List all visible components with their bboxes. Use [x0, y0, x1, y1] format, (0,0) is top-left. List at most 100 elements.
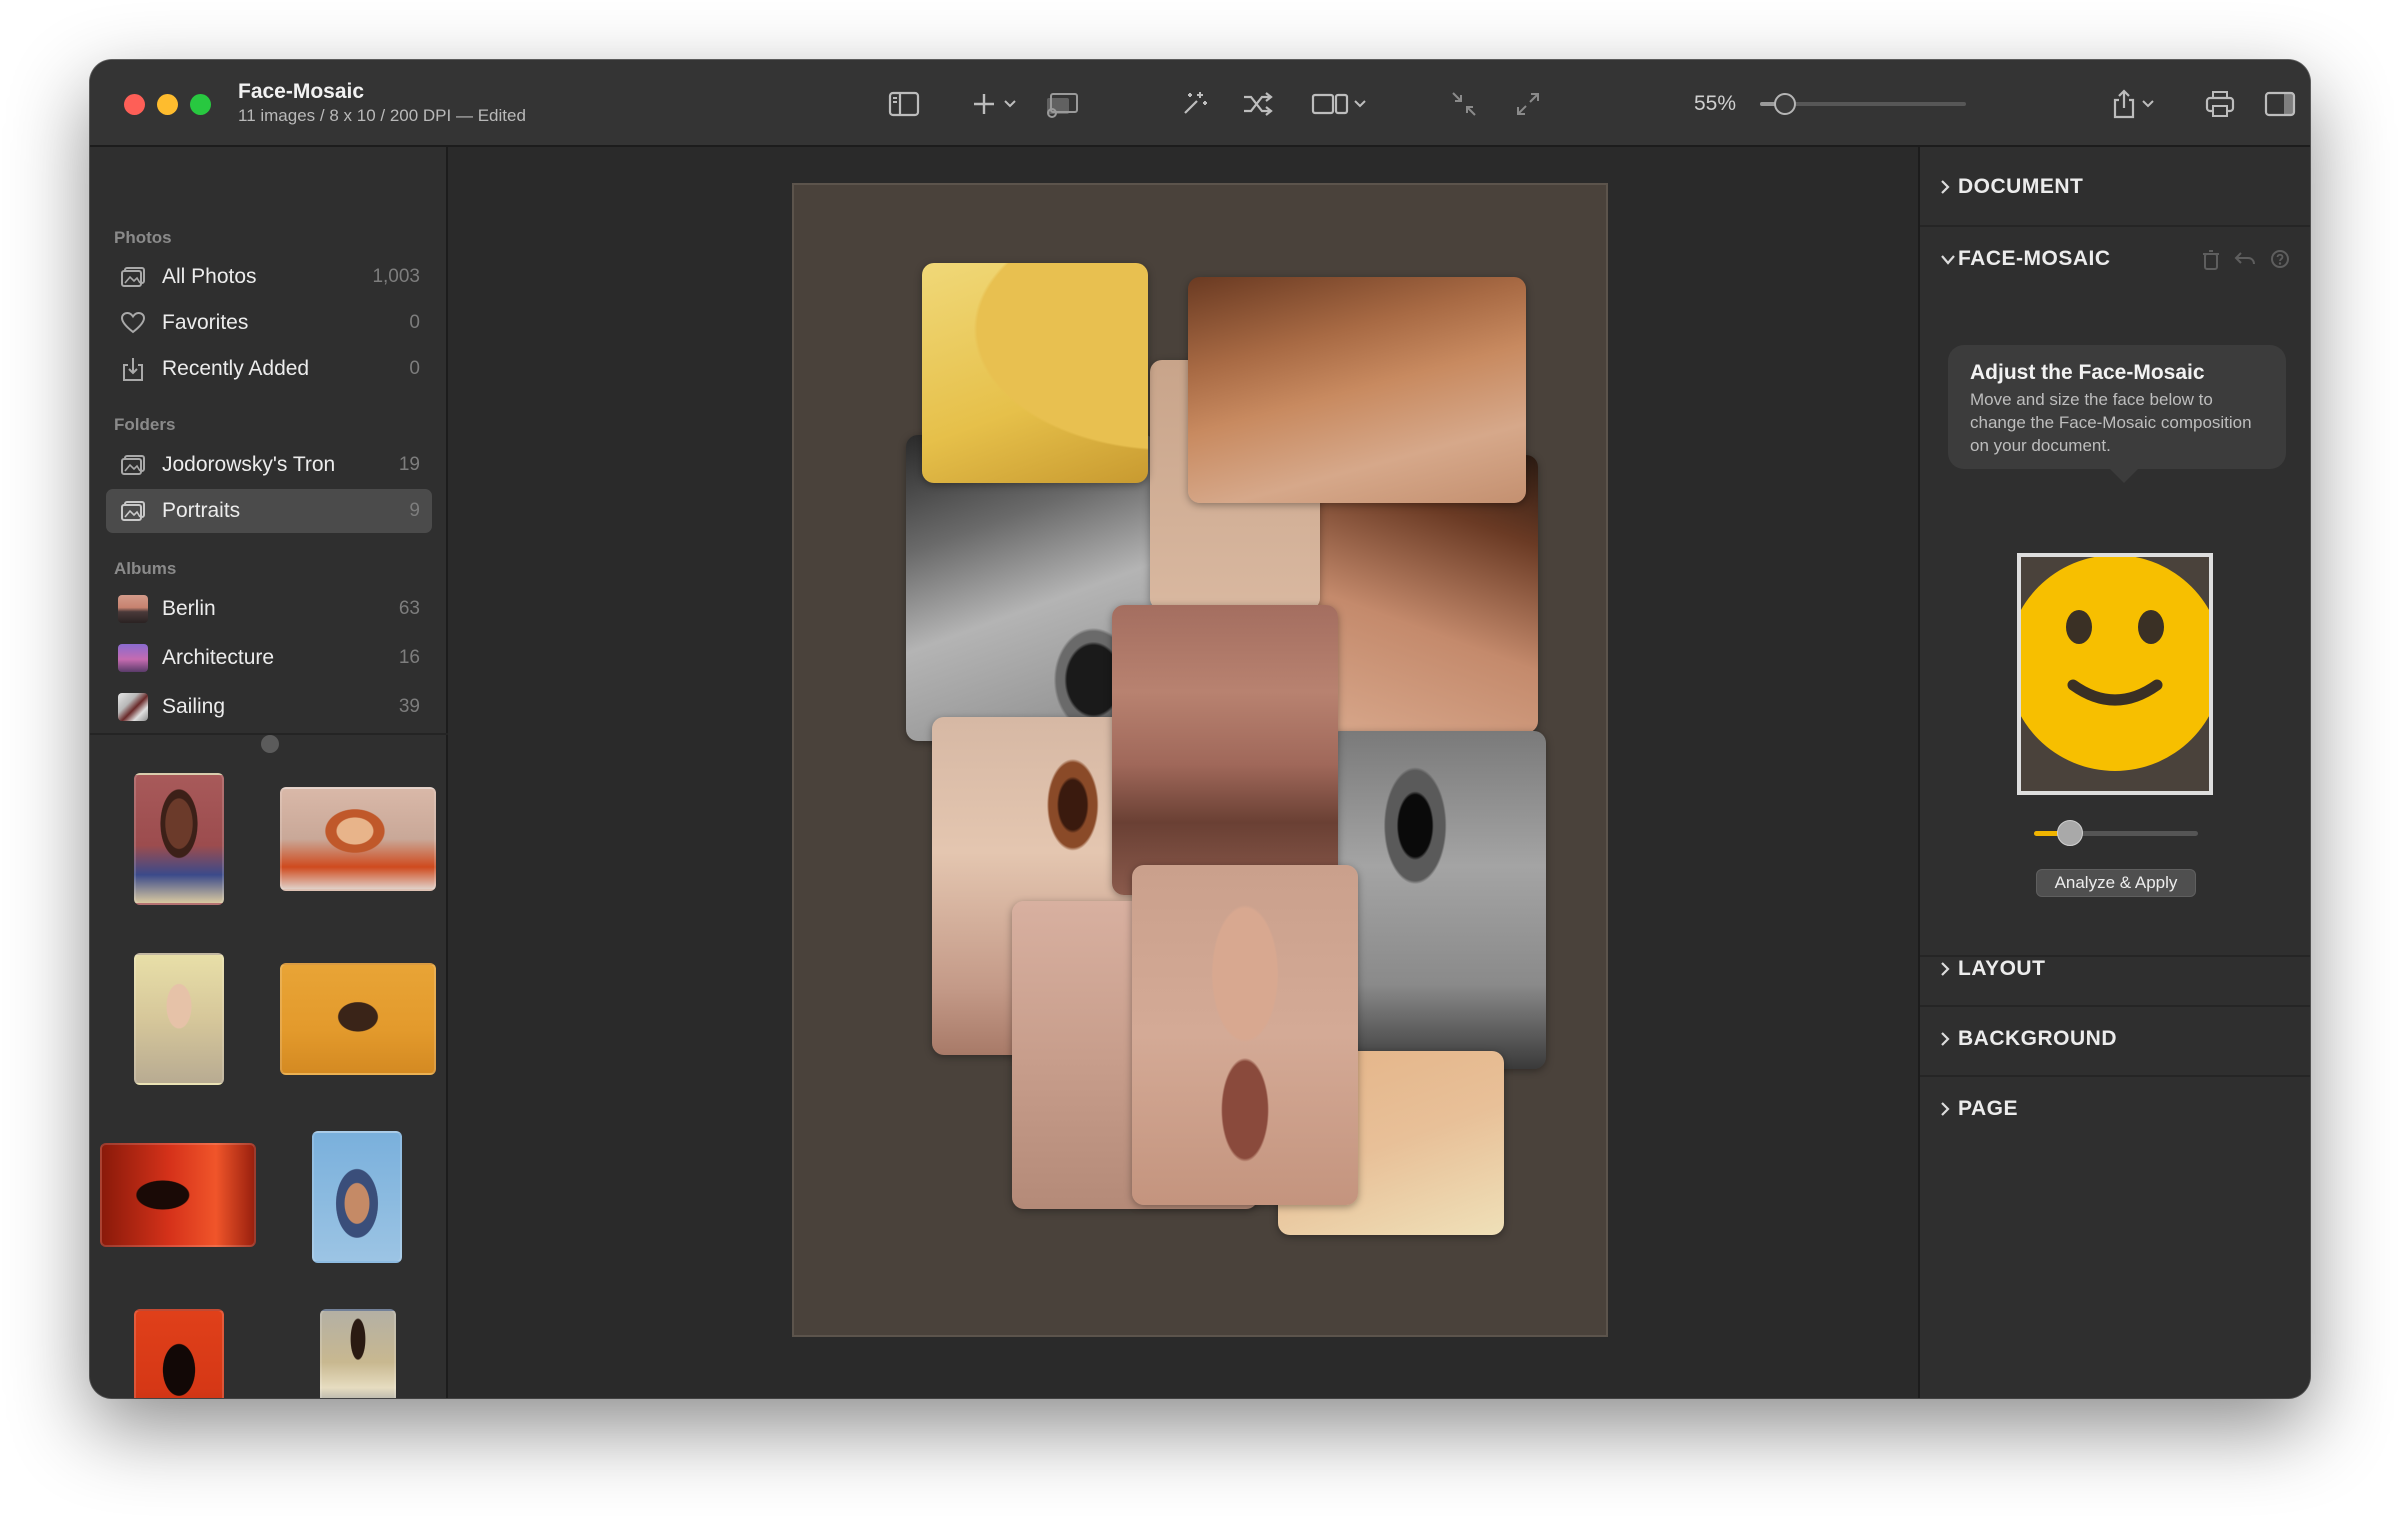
titlebar: Face-Mosaic 11 images / 8 x 10 / 200 DPI… [90, 60, 2310, 147]
photo-thumbnail[interactable] [280, 963, 436, 1075]
photo-thumbnail[interactable] [134, 953, 224, 1085]
sidebar-item-count: 16 [398, 647, 420, 668]
photo-thumbnail[interactable] [100, 1143, 256, 1247]
album-thumbnail [118, 594, 148, 624]
face-editor[interactable] [2017, 553, 2213, 795]
chevron-right-icon [1940, 1031, 1950, 1052]
chevron-right-icon [1940, 961, 1950, 982]
analyze-apply-button[interactable]: Analyze & Apply [2036, 869, 2196, 897]
tooltip-title: Adjust the Face-Mosaic [1970, 361, 2205, 384]
section-header-folders: Folders [114, 415, 176, 434]
tooltip-body: Move and size the face below to change t… [1970, 390, 2252, 455]
sidebar-item-sailing[interactable]: Sailing 39 [106, 685, 432, 729]
sidebar-item-count: 19 [398, 454, 420, 475]
window-title: Face-Mosaic [238, 80, 365, 103]
heart-icon [118, 308, 148, 338]
add-photos-button[interactable] [968, 84, 1020, 124]
section-layout[interactable]: LAYOUT [1920, 937, 2310, 1007]
sidebar-item-count: 39 [398, 696, 420, 717]
photo-thumbnail[interactable] [134, 773, 224, 905]
magic-wand-icon[interactable] [1174, 84, 1214, 124]
zoom-window-button[interactable] [190, 94, 211, 115]
layout-menu-button[interactable] [1308, 84, 1370, 124]
section-page[interactable]: PAGE [1920, 1077, 2310, 1147]
shuffle-icon[interactable] [1238, 84, 1278, 124]
chevron-down-icon [1004, 100, 1016, 108]
shrink-icon[interactable] [1444, 84, 1484, 124]
sidebar-item-recently-added[interactable]: Recently Added 0 [106, 347, 432, 391]
inspector-toggle-icon[interactable] [2260, 84, 2300, 124]
sidebar-item-count: 0 [409, 312, 420, 333]
sidebar-item-count: 0 [409, 358, 420, 379]
folder-photos-icon [118, 496, 148, 526]
album-thumbnail [118, 643, 148, 673]
face-size-slider[interactable] [2034, 820, 2198, 846]
canvas-area [448, 147, 1918, 1398]
close-window-button[interactable] [124, 94, 145, 115]
sidebar-toggle-icon[interactable] [884, 84, 924, 124]
sidebar-resize-handle[interactable] [261, 735, 279, 753]
zoom-slider-knob[interactable] [1773, 93, 1796, 115]
mosaic-tile[interactable] [1112, 605, 1338, 895]
mosaic-page[interactable] [792, 183, 1608, 1337]
section-title: PAGE [1958, 1097, 2018, 1120]
import-icon [118, 354, 148, 384]
section-document[interactable]: DOCUMENT [1920, 147, 2310, 227]
sidebar-item-count: 9 [409, 500, 420, 521]
face-size-slider-knob[interactable] [2057, 820, 2084, 846]
chevron-right-icon [1940, 179, 1950, 200]
section-face-mosaic: FACE-MOSAIC Adjust the Face-Mosaic Move … [1920, 227, 2310, 957]
mosaic-tile[interactable] [1132, 865, 1358, 1205]
section-title: BACKGROUND [1958, 1027, 2117, 1050]
mosaic-tile[interactable] [922, 263, 1148, 483]
window-subtitle: 11 images / 8 x 10 / 200 DPI — Edited [238, 106, 526, 125]
app-window: Face-Mosaic 11 images / 8 x 10 / 200 DPI… [90, 60, 2310, 1398]
sidebar-item-label: All Photos [162, 265, 257, 288]
sidebar-item-portraits[interactable]: Portraits 9 [106, 489, 432, 533]
sidebar: Photos All Photos 1,003 Favorites 0 Rece… [90, 147, 448, 1398]
chevron-right-icon [1940, 1101, 1950, 1122]
chevron-down-icon[interactable] [1940, 253, 1956, 271]
share-menu-button[interactable] [2108, 84, 2158, 124]
inspector-panel: DOCUMENT FACE-MOSAIC Adjust the Face-Mos… [1918, 147, 2310, 1398]
photo-thumbnail[interactable] [320, 1309, 396, 1398]
mosaic-tile[interactable] [1328, 731, 1546, 1069]
sidebar-item-jodorowskys-tron[interactable]: Jodorowsky's Tron 19 [106, 443, 432, 487]
layout-icon [1311, 93, 1349, 115]
smiley-face-icon[interactable] [2021, 557, 2209, 791]
mosaic-tile[interactable] [1188, 277, 1526, 503]
section-header-photos: Photos [114, 228, 172, 247]
print-icon[interactable] [2200, 84, 2240, 124]
sidebar-item-label: Jodorowsky's Tron [162, 453, 336, 476]
sidebar-item-label: Favorites [162, 311, 249, 334]
section-header-albums: Albums [114, 559, 177, 578]
slideshow-icon[interactable] [1040, 84, 1082, 124]
photo-thumbnail[interactable] [280, 787, 436, 891]
help-tooltip: Adjust the Face-Mosaic Move and size the… [1948, 345, 2286, 483]
photo-thumbnail[interactable] [312, 1131, 402, 1263]
sidebar-item-label: Sailing [162, 695, 226, 718]
minimize-window-button[interactable] [157, 94, 178, 115]
chevron-down-icon [2142, 100, 2154, 108]
section-title: LAYOUT [1958, 957, 2046, 980]
trash-icon[interactable] [2202, 249, 2220, 276]
folder-photos-icon [118, 450, 148, 480]
photos-icon [118, 262, 148, 292]
zoom-slider[interactable] [1760, 93, 1966, 115]
photo-thumbnail[interactable] [134, 1309, 224, 1398]
share-icon [2113, 89, 2135, 119]
section-title: FACE-MOSAIC [1958, 247, 2111, 270]
section-background[interactable]: BACKGROUND [1920, 1007, 2310, 1077]
undo-icon[interactable] [2234, 249, 2256, 276]
album-thumbnail [118, 692, 148, 722]
section-title: DOCUMENT [1958, 175, 2084, 198]
sidebar-item-favorites[interactable]: Favorites 0 [106, 301, 432, 345]
zoom-percentage: 55% [1694, 92, 1737, 115]
chevron-down-icon [1354, 100, 1366, 108]
sidebar-item-count: 1,003 [372, 266, 420, 287]
sidebar-item-all-photos[interactable]: All Photos 1,003 [106, 255, 432, 299]
sidebar-item-architecture[interactable]: Architecture 16 [106, 636, 432, 680]
expand-icon[interactable] [1508, 84, 1548, 124]
sidebar-item-berlin[interactable]: Berlin 63 [106, 587, 432, 631]
help-icon[interactable] [2270, 249, 2290, 276]
